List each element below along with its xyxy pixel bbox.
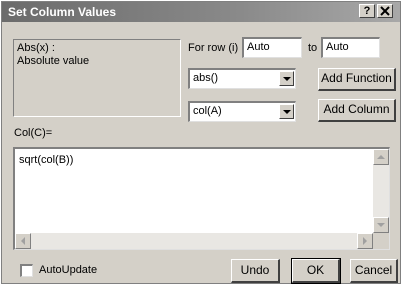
arrow-left-icon: [21, 237, 25, 245]
arrow-up-icon: [377, 155, 385, 159]
scrollbar-corner: [373, 233, 389, 249]
cancel-button[interactable]: Cancel: [350, 259, 398, 283]
formula-text: sqrt(col(B)): [19, 154, 74, 166]
to-label: to: [308, 42, 318, 54]
scroll-down-button[interactable]: [373, 217, 389, 233]
set-column-values-dialog: Set Column Values ? Abs(x) : Absolute va…: [1, 1, 401, 284]
function-description-panel: Abs(x) : Absolute value: [13, 39, 181, 117]
chevron-down-icon[interactable]: [279, 104, 294, 119]
target-column-label: Col(C)=: [14, 127, 53, 139]
help-button[interactable]: ?: [359, 4, 375, 18]
ok-button[interactable]: OK: [291, 258, 341, 284]
vertical-scrollbar[interactable]: [373, 149, 389, 233]
for-row-label: For row (i): [188, 42, 239, 54]
close-icon: [380, 6, 390, 16]
formula-textarea[interactable]: sqrt(col(B)): [13, 147, 390, 250]
add-function-button[interactable]: Add Function: [318, 68, 396, 91]
autoupdate-label: AutoUpdate: [39, 264, 98, 276]
undo-button[interactable]: Undo: [231, 259, 280, 283]
dialog-title: Set Column Values: [8, 5, 117, 19]
autoupdate-checkbox[interactable]: [20, 264, 33, 277]
function-select-value: abs(): [193, 72, 219, 84]
row-from-input[interactable]: Auto: [242, 37, 302, 58]
chevron-down-icon[interactable]: [279, 71, 294, 86]
arrow-down-icon: [377, 223, 385, 227]
function-select[interactable]: abs(): [188, 68, 296, 89]
arrow-right-icon: [363, 237, 367, 245]
row-to-input[interactable]: Auto: [321, 37, 380, 58]
column-select[interactable]: col(A): [188, 101, 296, 122]
scroll-up-button[interactable]: [373, 149, 389, 165]
add-column-button[interactable]: Add Column: [318, 99, 396, 122]
scroll-left-button[interactable]: [15, 233, 31, 249]
title-bar[interactable]: Set Column Values ?: [2, 2, 400, 22]
horizontal-scrollbar[interactable]: [15, 233, 373, 249]
scroll-right-button[interactable]: [357, 233, 373, 249]
close-button[interactable]: [377, 4, 393, 18]
function-description: Absolute value: [17, 55, 90, 67]
column-select-value: col(A): [193, 105, 222, 117]
function-name: Abs(x) :: [17, 42, 55, 54]
